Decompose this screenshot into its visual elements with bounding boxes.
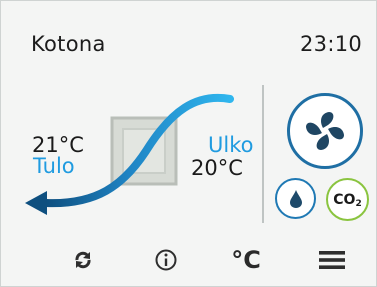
co2-subscript: 2 xyxy=(355,198,362,209)
supply-label: Tulo xyxy=(33,154,75,178)
co2-label: CO xyxy=(333,191,356,208)
info-icon xyxy=(155,249,177,271)
menu-icon xyxy=(319,251,345,269)
water-drop-icon xyxy=(289,189,302,208)
outdoor-label: Ulko xyxy=(208,133,254,157)
temperature-unit-button[interactable]: °C xyxy=(221,241,271,279)
humidity-mode-button[interactable] xyxy=(275,178,316,219)
ventilation-control-screen: Kotona 23:10 21°C Tulo Ulko 20°C CO 2 °C xyxy=(0,0,377,287)
refresh-icon xyxy=(75,251,91,269)
info-button[interactable] xyxy=(146,241,186,279)
outdoor-temperature: 20°C xyxy=(191,156,243,180)
refresh-button[interactable] xyxy=(63,241,103,279)
menu-button[interactable] xyxy=(310,241,354,279)
fan-icon xyxy=(306,112,344,150)
vertical-divider xyxy=(262,85,264,223)
fan-mode-button[interactable] xyxy=(287,93,363,169)
airflow-arrow-head xyxy=(25,191,47,215)
co2-mode-button[interactable]: CO 2 xyxy=(326,178,369,221)
